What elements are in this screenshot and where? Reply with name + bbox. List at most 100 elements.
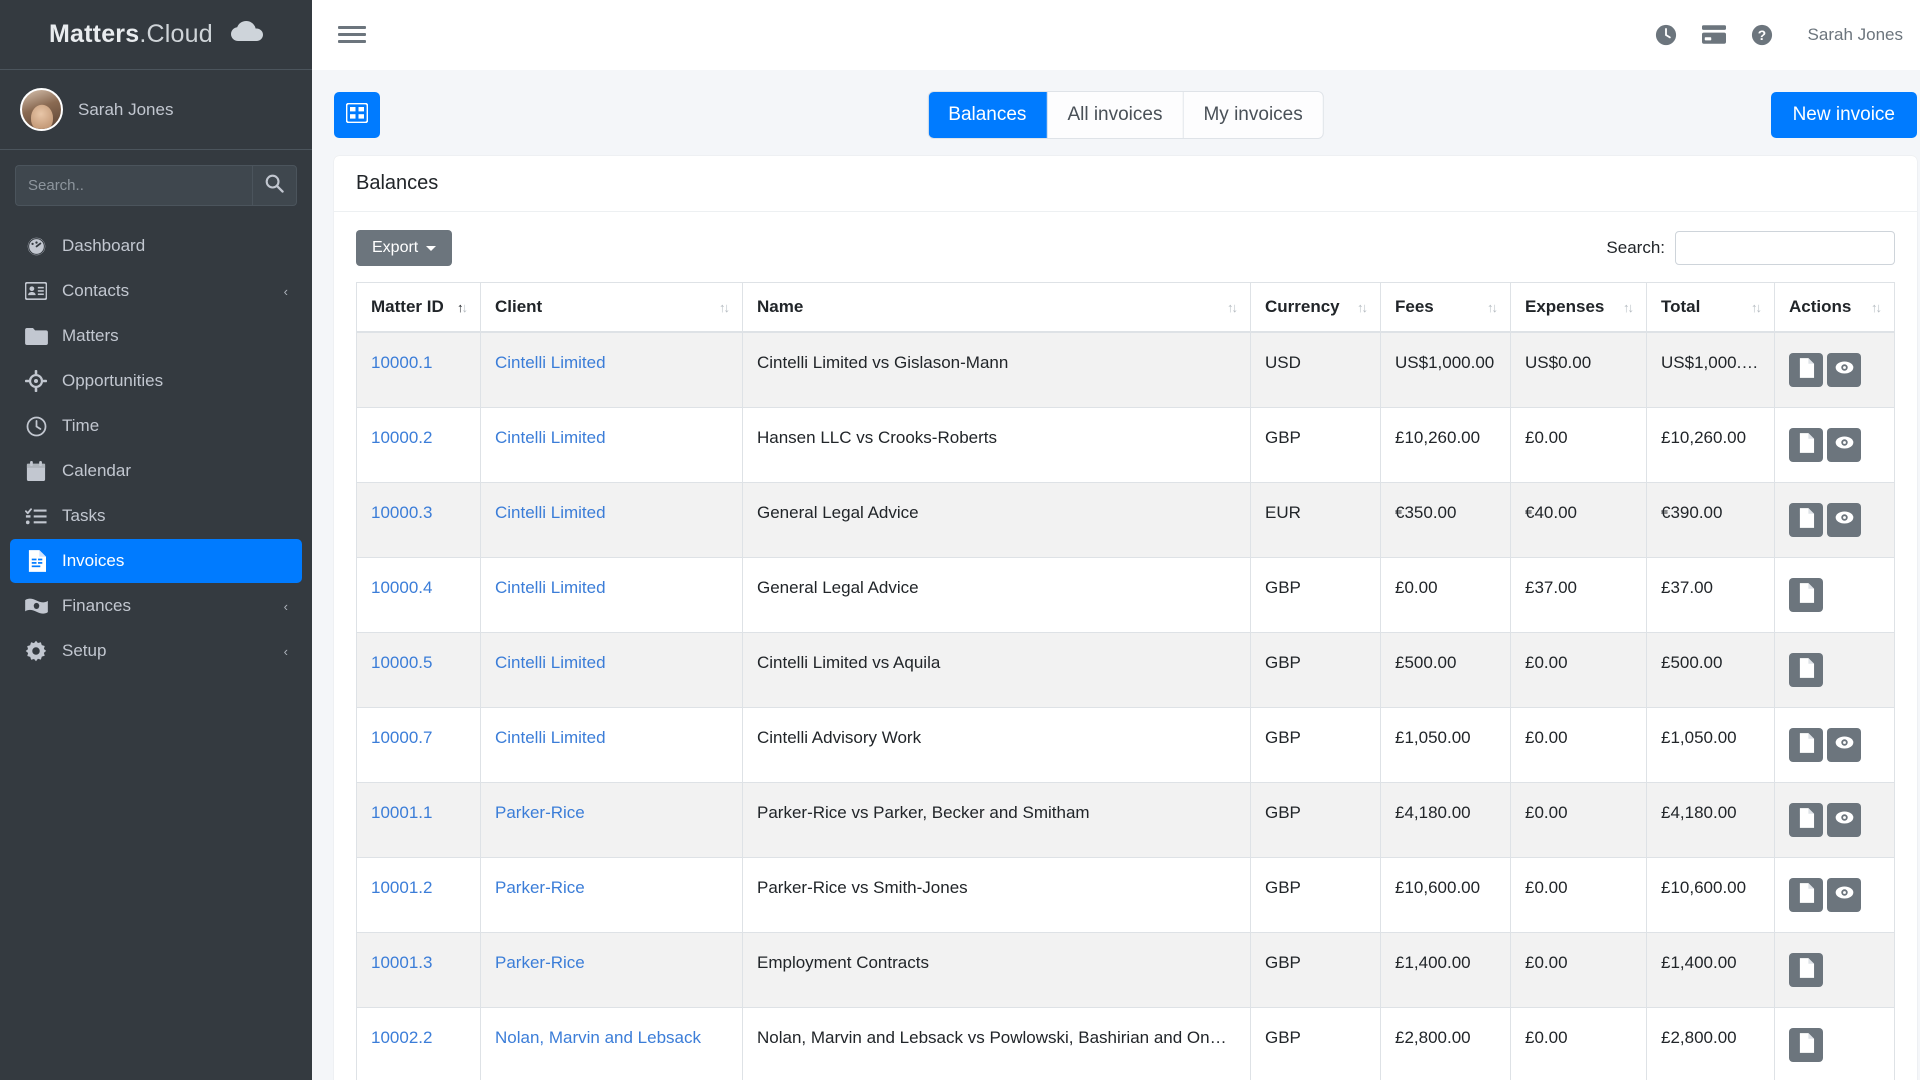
matter-id-link[interactable]: 10001.2 [371,878,432,897]
tab-all-invoices[interactable]: All invoices [1047,92,1184,138]
cell-currency: GBP [1250,557,1381,633]
topbar-help-circle-icon[interactable]: ? [1738,24,1786,46]
cell-name: General Legal Advice [742,557,1251,633]
tab-balances[interactable]: Balances [928,92,1048,138]
view-document-button[interactable] [1789,653,1823,687]
matter-id-link[interactable]: 10001.3 [371,953,432,972]
matter-id-link[interactable]: 10002.2 [371,1028,432,1047]
client-link[interactable]: Cintelli Limited [495,653,606,672]
topbar-clock-icon[interactable] [1642,24,1690,46]
view-document-button[interactable] [1789,503,1823,537]
tab-my-invoices[interactable]: My invoices [1183,92,1323,138]
client-link[interactable]: Parker-Rice [495,953,585,972]
table-row[interactable]: 10000.4 Cintelli Limited General Legal Adv… [356,557,1895,633]
client-link[interactable]: Cintelli Limited [495,503,606,522]
view-document-button[interactable] [1789,728,1823,762]
view-document-button[interactable] [1789,803,1823,837]
cell-matter-id: 10001.1 [356,782,481,858]
export-button[interactable]: Export [356,230,453,266]
column-label: Currency [1265,297,1340,316]
cell-actions [1774,707,1895,783]
sidebar-item-time[interactable]: Time [10,404,302,448]
view-document-button[interactable] [1789,353,1823,387]
cell-fees: £2,800.00 [1380,1007,1511,1080]
matter-id-link[interactable]: 10000.7 [371,728,432,747]
view-document-button[interactable] [1789,878,1823,912]
sidebar-item-finances[interactable]: Finances ‹ [10,584,302,628]
table-row[interactable]: 10002.2 Nolan, Marvin and Lebsack Nolan, M… [356,1007,1895,1080]
calendar-icon [24,460,48,482]
sidebar-item-setup[interactable]: Setup ‹ [10,629,302,673]
column-header-actions[interactable]: Actions ↑↓ [1774,282,1895,333]
column-header-currency[interactable]: Currency ↑↓ [1250,282,1381,333]
preview-button[interactable] [1827,428,1861,462]
cell-name: General Legal Advice [742,482,1251,558]
cell-total: £2,800.00 [1646,1007,1775,1080]
cell-currency: GBP [1250,782,1381,858]
table-row[interactable]: 10001.1 Parker-Rice Parker-Rice vs Parker,… [356,782,1895,858]
table-row[interactable]: 10000.5 Cintelli Limited Cintelli Limited … [356,632,1895,708]
document-icon [1798,507,1815,533]
sort-icon: ↑↓ [457,299,468,315]
sidebar-user[interactable]: Sarah Jones [0,70,312,150]
client-link[interactable]: Parker-Rice [495,878,585,897]
column-label: Matter ID [371,297,444,316]
column-header-expenses[interactable]: Expenses ↑↓ [1510,282,1647,333]
table-row[interactable]: 10001.3 Parker-Rice Employment Contracts GB… [356,932,1895,1008]
client-link[interactable]: Cintelli Limited [495,728,606,747]
column-header-total[interactable]: Total ↑↓ [1646,282,1775,333]
cell-actions [1774,407,1895,483]
new-invoice-button[interactable]: New invoice [1770,92,1917,138]
preview-button[interactable] [1827,878,1861,912]
matter-id-link[interactable]: 10000.3 [371,503,432,522]
table-row[interactable]: 10000.1 Cintelli Limited Cintelli Limited … [356,332,1895,408]
client-link[interactable]: Nolan, Marvin and Lebsack [495,1028,701,1047]
search-input[interactable] [15,165,252,206]
grid-view-button[interactable] [334,92,380,138]
topbar-credit-card-icon[interactable] [1690,25,1738,44]
view-document-button[interactable] [1789,428,1823,462]
matter-id-link[interactable]: 10000.5 [371,653,432,672]
table-row[interactable]: 10001.2 Parker-Rice Parker-Rice vs Smith-J… [356,857,1895,933]
table-row[interactable]: 10000.7 Cintelli Limited Cintelli Advisory… [356,707,1895,783]
topbar-user-name[interactable]: Sarah Jones [1808,25,1903,45]
hamburger-icon[interactable] [338,26,366,43]
sidebar-item-matters[interactable]: Matters [10,314,302,358]
column-header-name[interactable]: Name ↑↓ [742,282,1251,333]
cell-expenses: £0.00 [1510,407,1647,483]
matter-id-link[interactable]: 10000.4 [371,578,432,597]
table-row[interactable]: 10000.3 Cintelli Limited General Legal Adv… [356,482,1895,558]
table-search-input[interactable] [1675,231,1895,265]
view-document-button[interactable] [1789,578,1823,612]
search-button[interactable] [252,165,297,206]
sidebar-item-calendar[interactable]: Calendar [10,449,302,493]
sidebar-item-dashboard[interactable]: Dashboard [10,224,302,268]
sidebar-item-invoices[interactable]: Invoices [10,539,302,583]
cell-name: Employment Contracts [742,932,1251,1008]
column-header-matter-id[interactable]: Matter ID ↑↓ [356,282,481,333]
cell-name: Cintelli Limited vs Gislason-Mann [742,332,1251,408]
sidebar-item-opportunities[interactable]: Opportunities [10,359,302,403]
preview-button[interactable] [1827,503,1861,537]
matter-id-link[interactable]: 10000.1 [371,353,432,372]
cell-matter-id: 10000.1 [356,332,481,408]
client-link[interactable]: Cintelli Limited [495,428,606,447]
content-area: Balances All invoices My invoices New in… [312,70,1920,1080]
column-header-client[interactable]: Client ↑↓ [480,282,743,333]
client-link[interactable]: Parker-Rice [495,803,585,822]
brand-logo[interactable]: Matters.Cloud [0,0,312,70]
client-link[interactable]: Cintelli Limited [495,353,606,372]
column-header-fees[interactable]: Fees ↑↓ [1380,282,1511,333]
preview-button[interactable] [1827,803,1861,837]
sidebar-item-tasks[interactable]: Tasks [10,494,302,538]
sidebar-item-contacts[interactable]: Contacts ‹ [10,269,302,313]
matter-id-link[interactable]: 10001.1 [371,803,432,822]
view-document-button[interactable] [1789,953,1823,987]
table-row[interactable]: 10000.2 Cintelli Limited Hansen LLC vs Cro… [356,407,1895,483]
client-link[interactable]: Cintelli Limited [495,578,606,597]
view-document-button[interactable] [1789,1028,1823,1062]
preview-button[interactable] [1827,728,1861,762]
preview-button[interactable] [1827,353,1861,387]
cell-total: £10,600.00 [1646,857,1775,933]
matter-id-link[interactable]: 10000.2 [371,428,432,447]
